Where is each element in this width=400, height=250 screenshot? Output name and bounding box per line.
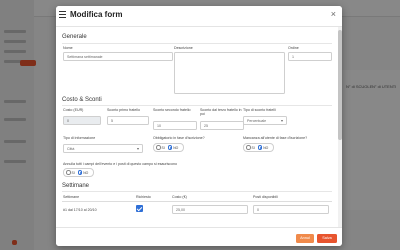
require-pay-radio-no[interactable] [167, 145, 173, 150]
col-header-required: Richiesto [136, 195, 151, 199]
chevron-down-icon [281, 120, 283, 122]
order-label: Ordine [288, 46, 299, 50]
modal-body: Generale Nome Settimana settimanale Desc… [56, 27, 336, 227]
first-discount-label: Sconto primo fratello [107, 108, 140, 112]
radio-label: NO [263, 145, 269, 150]
require-pay-label: Obbligatorio in fase d'iscrizione? [153, 136, 205, 140]
discount-type-value: Percentuale [247, 119, 267, 123]
show-radio-si[interactable] [246, 145, 251, 150]
info-type-select[interactable]: Città [63, 144, 143, 153]
week-row-label: #1 dal 17/10 al 20/10 [63, 208, 97, 212]
save-button[interactable]: Salva [317, 234, 337, 243]
info-type-label: Tipo di informazione [63, 136, 96, 140]
week-seats-input[interactable]: 0 [253, 205, 329, 214]
cancel-fields-label: Annulla tutti i campi dell'evento e i po… [63, 162, 177, 166]
name-label: Nome [63, 46, 73, 50]
second-discount-input[interactable]: 10 [153, 121, 197, 130]
cancel-radio-no[interactable] [77, 170, 83, 175]
first-discount-input[interactable]: 5 [107, 116, 149, 125]
radio-label: NO [173, 145, 179, 150]
modal-header: Modifica form × [56, 6, 342, 27]
description-textarea[interactable] [174, 52, 285, 94]
close-icon[interactable]: × [331, 10, 336, 19]
section-divider [62, 105, 332, 106]
cost-input[interactable]: 0 [63, 116, 101, 125]
modal-footer: Annul Salva [56, 227, 342, 246]
section-title-weeks: Settimane [62, 183, 90, 189]
section-divider [62, 191, 332, 192]
third-discount-label: Sconto dal terzo fratello in poi [200, 108, 242, 116]
week-cost-input[interactable]: 25,00 [172, 205, 248, 214]
col-header-cost: Costo (€) [172, 195, 187, 199]
section-title-general: Generale [62, 34, 87, 40]
col-header-week: Settimane [63, 195, 80, 199]
cancel-fields-radio-group: SI NO [63, 168, 95, 177]
discount-type-select[interactable]: Percentuale [243, 116, 287, 125]
order-input[interactable]: 1 [288, 52, 332, 61]
radio-label: SI [71, 170, 75, 175]
description-label: Descrizione [174, 46, 193, 50]
col-header-seats: Posti disponibili [253, 195, 278, 199]
cancel-button[interactable]: Annul [296, 234, 314, 243]
modal-scroll-thumb[interactable] [338, 30, 342, 140]
radio-label: SI [161, 145, 165, 150]
name-input[interactable]: Settimana settimanale [63, 52, 173, 61]
table-divider [62, 201, 332, 202]
required-checkbox[interactable] [136, 205, 143, 212]
chevron-down-icon [137, 148, 139, 150]
require-pay-radio-si[interactable] [156, 145, 161, 150]
modal-title: Modifica form [70, 10, 123, 19]
third-discount-input[interactable]: 25 [200, 121, 244, 130]
list-icon [59, 11, 66, 18]
cost-label: Costo (EUR) [63, 108, 84, 112]
second-discount-label: Sconto secondo fratello [153, 108, 191, 112]
section-divider [62, 43, 332, 44]
require-pay-radio-group: SI NO [153, 143, 185, 152]
section-title-costs: Costo & Sconti [62, 97, 102, 103]
edit-form-modal: Modifica form × Generale Nome Settimana … [56, 6, 342, 246]
radio-label: NO [83, 170, 89, 175]
discount-type-label: Tipo di sconto fratelli [243, 108, 276, 112]
show-radio-no[interactable] [257, 145, 263, 150]
show-radio-group: SI NO [243, 143, 275, 152]
radio-label: SI [251, 145, 255, 150]
info-type-value: Città [67, 147, 75, 151]
cancel-radio-si[interactable] [66, 170, 71, 175]
show-label: Mancanza all'utente di fase d'iscrizione… [243, 136, 308, 140]
